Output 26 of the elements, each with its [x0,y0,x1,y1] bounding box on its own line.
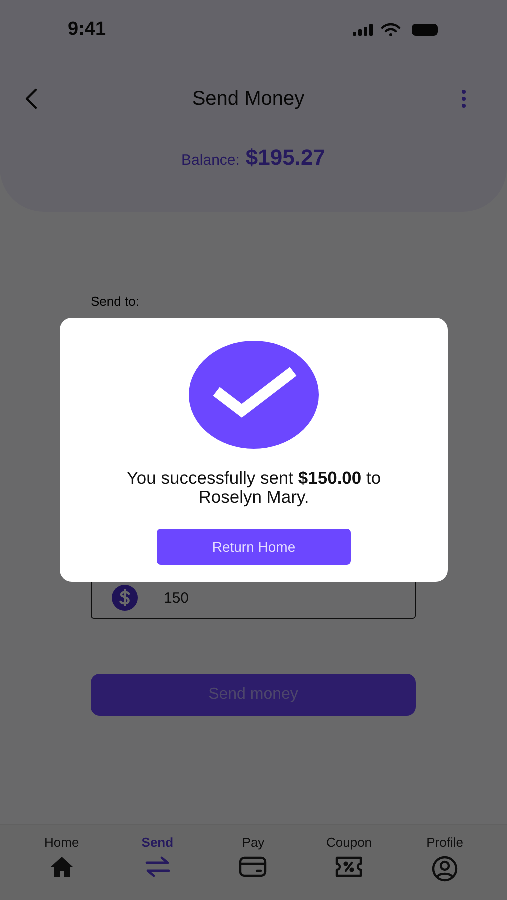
signal-icon [353,24,373,36]
wifi-icon [381,23,401,37]
nav-tab[interactable]: Profile [410,835,480,900]
back-button[interactable] [24,88,40,110]
nav-tab[interactable]: Send [122,835,193,900]
more-icon [460,89,467,109]
status-time: 9:41 [68,19,106,41]
balance-label: Balance: [182,152,240,169]
send-to-label: Send to: [91,294,140,309]
dollar-icon [112,585,138,611]
coupon-icon [335,856,364,878]
success-message: You successfully sent $150.00 to Roselyn Mary. [126,469,382,507]
home-icon [50,856,74,878]
return-home-button[interactable]: Return Home [157,529,351,565]
balance-amount: $195.27 [246,145,326,171]
back-icon [24,88,40,110]
profile-icon [432,856,458,882]
swap-arrows-icon [144,856,171,878]
check-circle-icon [189,341,319,449]
battery-icon [409,24,439,36]
nav-tab[interactable]: Home [26,835,97,900]
amount-value: 150 [164,590,190,606]
screen-title: Send Money [192,88,305,110]
nav-tab[interactable]: Pay [218,835,288,900]
card-icon [239,856,268,878]
nav-tab[interactable]: Coupon [314,835,384,900]
